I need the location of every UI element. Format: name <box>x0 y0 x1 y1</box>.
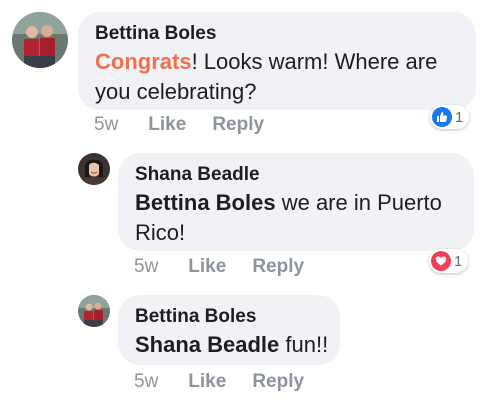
comment-text: Shana Beadle fun!! <box>135 330 328 360</box>
avatar-bettina-image <box>12 12 68 68</box>
comment-text-part: you celebrating? <box>95 79 257 104</box>
reply-button[interactable]: Reply <box>252 371 304 393</box>
avatar-shana[interactable] <box>78 153 110 185</box>
comment-author[interactable]: Bettina Boles <box>135 304 323 330</box>
comment-bubble[interactable]: Shana Beadle Bettina Boles we are in Pue… <box>118 153 474 251</box>
avatar-bettina-image <box>78 295 110 327</box>
comment-bubble[interactable]: Bettina Boles Shana Beadle fun!! <box>118 295 340 365</box>
comment-text-part: ! Looks warm! Where are <box>191 49 438 74</box>
comment-time[interactable]: 5w <box>134 371 158 393</box>
like-button[interactable]: Like <box>188 256 226 278</box>
comment-time[interactable]: 5w <box>94 114 118 136</box>
reply-button[interactable]: Reply <box>252 256 304 278</box>
love-reaction-icon <box>431 251 451 271</box>
comment-text-part: fun!! <box>279 332 329 357</box>
comment-actions: 5w Like Reply <box>134 254 330 280</box>
reply-button[interactable]: Reply <box>212 114 264 136</box>
mention-link[interactable]: Bettina Boles <box>135 190 276 215</box>
avatar-bettina[interactable] <box>12 12 68 68</box>
like-button[interactable]: Like <box>148 114 186 136</box>
reaction-count: 1 <box>454 252 463 270</box>
comment-text: Congrats! Looks warm! Where are you cele… <box>95 47 459 107</box>
comment-author[interactable]: Bettina Boles <box>95 21 459 47</box>
reaction-summary[interactable]: 1 <box>429 249 469 273</box>
avatar-shana-image <box>78 153 110 185</box>
comment-text: Bettina Boles we are in Puerto Rico! <box>135 188 457 248</box>
comment-time[interactable]: 5w <box>134 256 158 278</box>
comment-3: Bettina Boles Shana Beadle fun!! 5w Like… <box>0 285 490 414</box>
comment-2: Shana Beadle Bettina Boles we are in Pue… <box>0 145 490 285</box>
reaction-summary[interactable]: 1 <box>430 105 470 129</box>
like-button[interactable]: Like <box>188 371 226 393</box>
reaction-count: 1 <box>455 108 464 126</box>
avatar-bettina[interactable] <box>78 295 110 327</box>
comment-bubble[interactable]: Bettina Boles Congrats! Looks warm! Wher… <box>78 12 476 110</box>
comment-actions: 5w Like Reply <box>94 112 290 138</box>
mention-link[interactable]: Shana Beadle <box>135 332 279 357</box>
comment-text-part: Rico! <box>135 220 186 245</box>
like-reaction-icon <box>432 107 452 127</box>
highlight-word: Congrats <box>95 49 192 74</box>
comment-actions: 5w Like Reply <box>134 369 330 395</box>
comment-text-part: we are in Puerto <box>275 190 442 215</box>
comment-author[interactable]: Shana Beadle <box>135 162 457 188</box>
comment-1: Bettina Boles Congrats! Looks warm! Wher… <box>0 0 490 145</box>
